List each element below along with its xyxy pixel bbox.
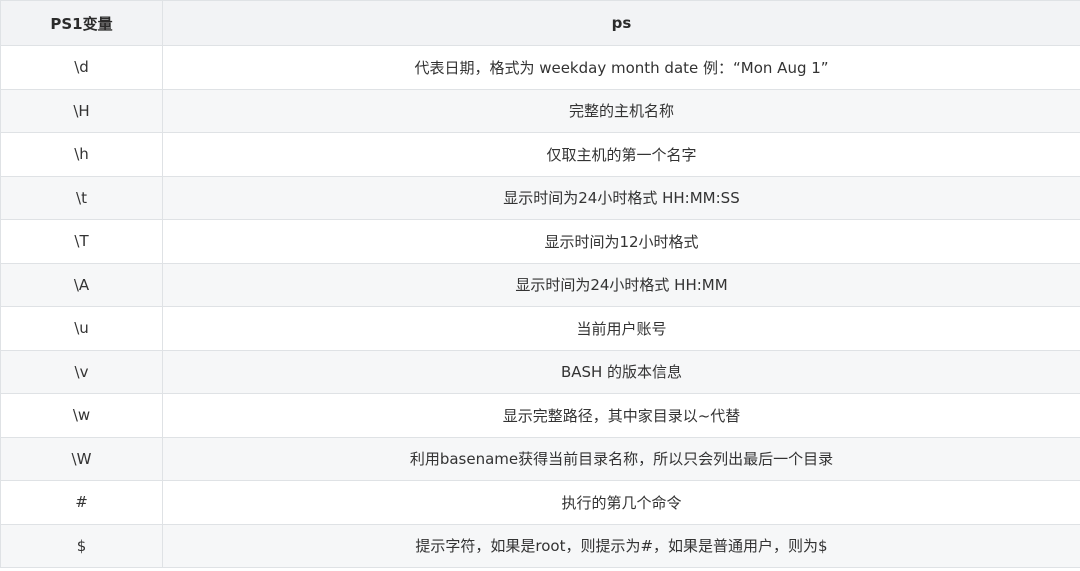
variable-cell: $: [0, 523, 163, 568]
description-cell: BASH 的版本信息: [162, 349, 1080, 394]
variable-cell: \W: [0, 436, 163, 481]
table-row: \w 显示完整路径，其中家目录以~代替: [0, 393, 1080, 438]
variable-cell: \u: [0, 306, 163, 351]
variable-cell: \v: [0, 349, 163, 394]
description-cell: 显示时间为24小时格式 HH:MM: [162, 262, 1080, 307]
ps1-variables-table: PS1变量 ps \d 代表日期，格式为 weekday month date …: [0, 0, 1080, 568]
table-row: \W 利用basename获得当前目录名称，所以只会列出最后一个目录: [0, 436, 1080, 481]
table-row: \d 代表日期，格式为 weekday month date 例：“Mon Au…: [0, 45, 1080, 90]
table-row: \v BASH 的版本信息: [0, 349, 1080, 394]
description-cell: 显示时间为24小时格式 HH:MM:SS: [162, 175, 1080, 220]
variable-cell: \A: [0, 262, 163, 307]
column-header-ps: ps: [162, 0, 1080, 46]
table-header-row: PS1变量 ps: [0, 0, 1080, 46]
variable-cell: \T: [0, 219, 163, 264]
table-row: \h 仅取主机的第一个名字: [0, 132, 1080, 177]
description-cell: 代表日期，格式为 weekday month date 例：“Mon Aug 1…: [162, 45, 1080, 90]
table-row: \H 完整的主机名称: [0, 88, 1080, 133]
description-cell: 提示字符，如果是root，则提示为#，如果是普通用户，则为$: [162, 523, 1080, 568]
description-cell: 完整的主机名称: [162, 88, 1080, 133]
description-cell: 仅取主机的第一个名字: [162, 132, 1080, 177]
table-row: # 执行的第几个命令: [0, 480, 1080, 525]
table-row: $ 提示字符，如果是root，则提示为#，如果是普通用户，则为$: [0, 523, 1080, 568]
table-row: \A 显示时间为24小时格式 HH:MM: [0, 262, 1080, 307]
description-cell: 利用basename获得当前目录名称，所以只会列出最后一个目录: [162, 436, 1080, 481]
description-cell: 当前用户账号: [162, 306, 1080, 351]
table-row: \T 显示时间为12小时格式: [0, 219, 1080, 264]
description-cell: 执行的第几个命令: [162, 480, 1080, 525]
table-row: \u 当前用户账号: [0, 306, 1080, 351]
column-header-variable: PS1变量: [0, 0, 163, 46]
variable-cell: \h: [0, 132, 163, 177]
table-row: \t 显示时间为24小时格式 HH:MM:SS: [0, 175, 1080, 220]
variable-cell: \d: [0, 45, 163, 90]
variable-cell: \H: [0, 88, 163, 133]
variable-cell: \t: [0, 175, 163, 220]
variable-cell: #: [0, 480, 163, 525]
description-cell: 显示时间为12小时格式: [162, 219, 1080, 264]
variable-cell: \w: [0, 393, 163, 438]
description-cell: 显示完整路径，其中家目录以~代替: [162, 393, 1080, 438]
